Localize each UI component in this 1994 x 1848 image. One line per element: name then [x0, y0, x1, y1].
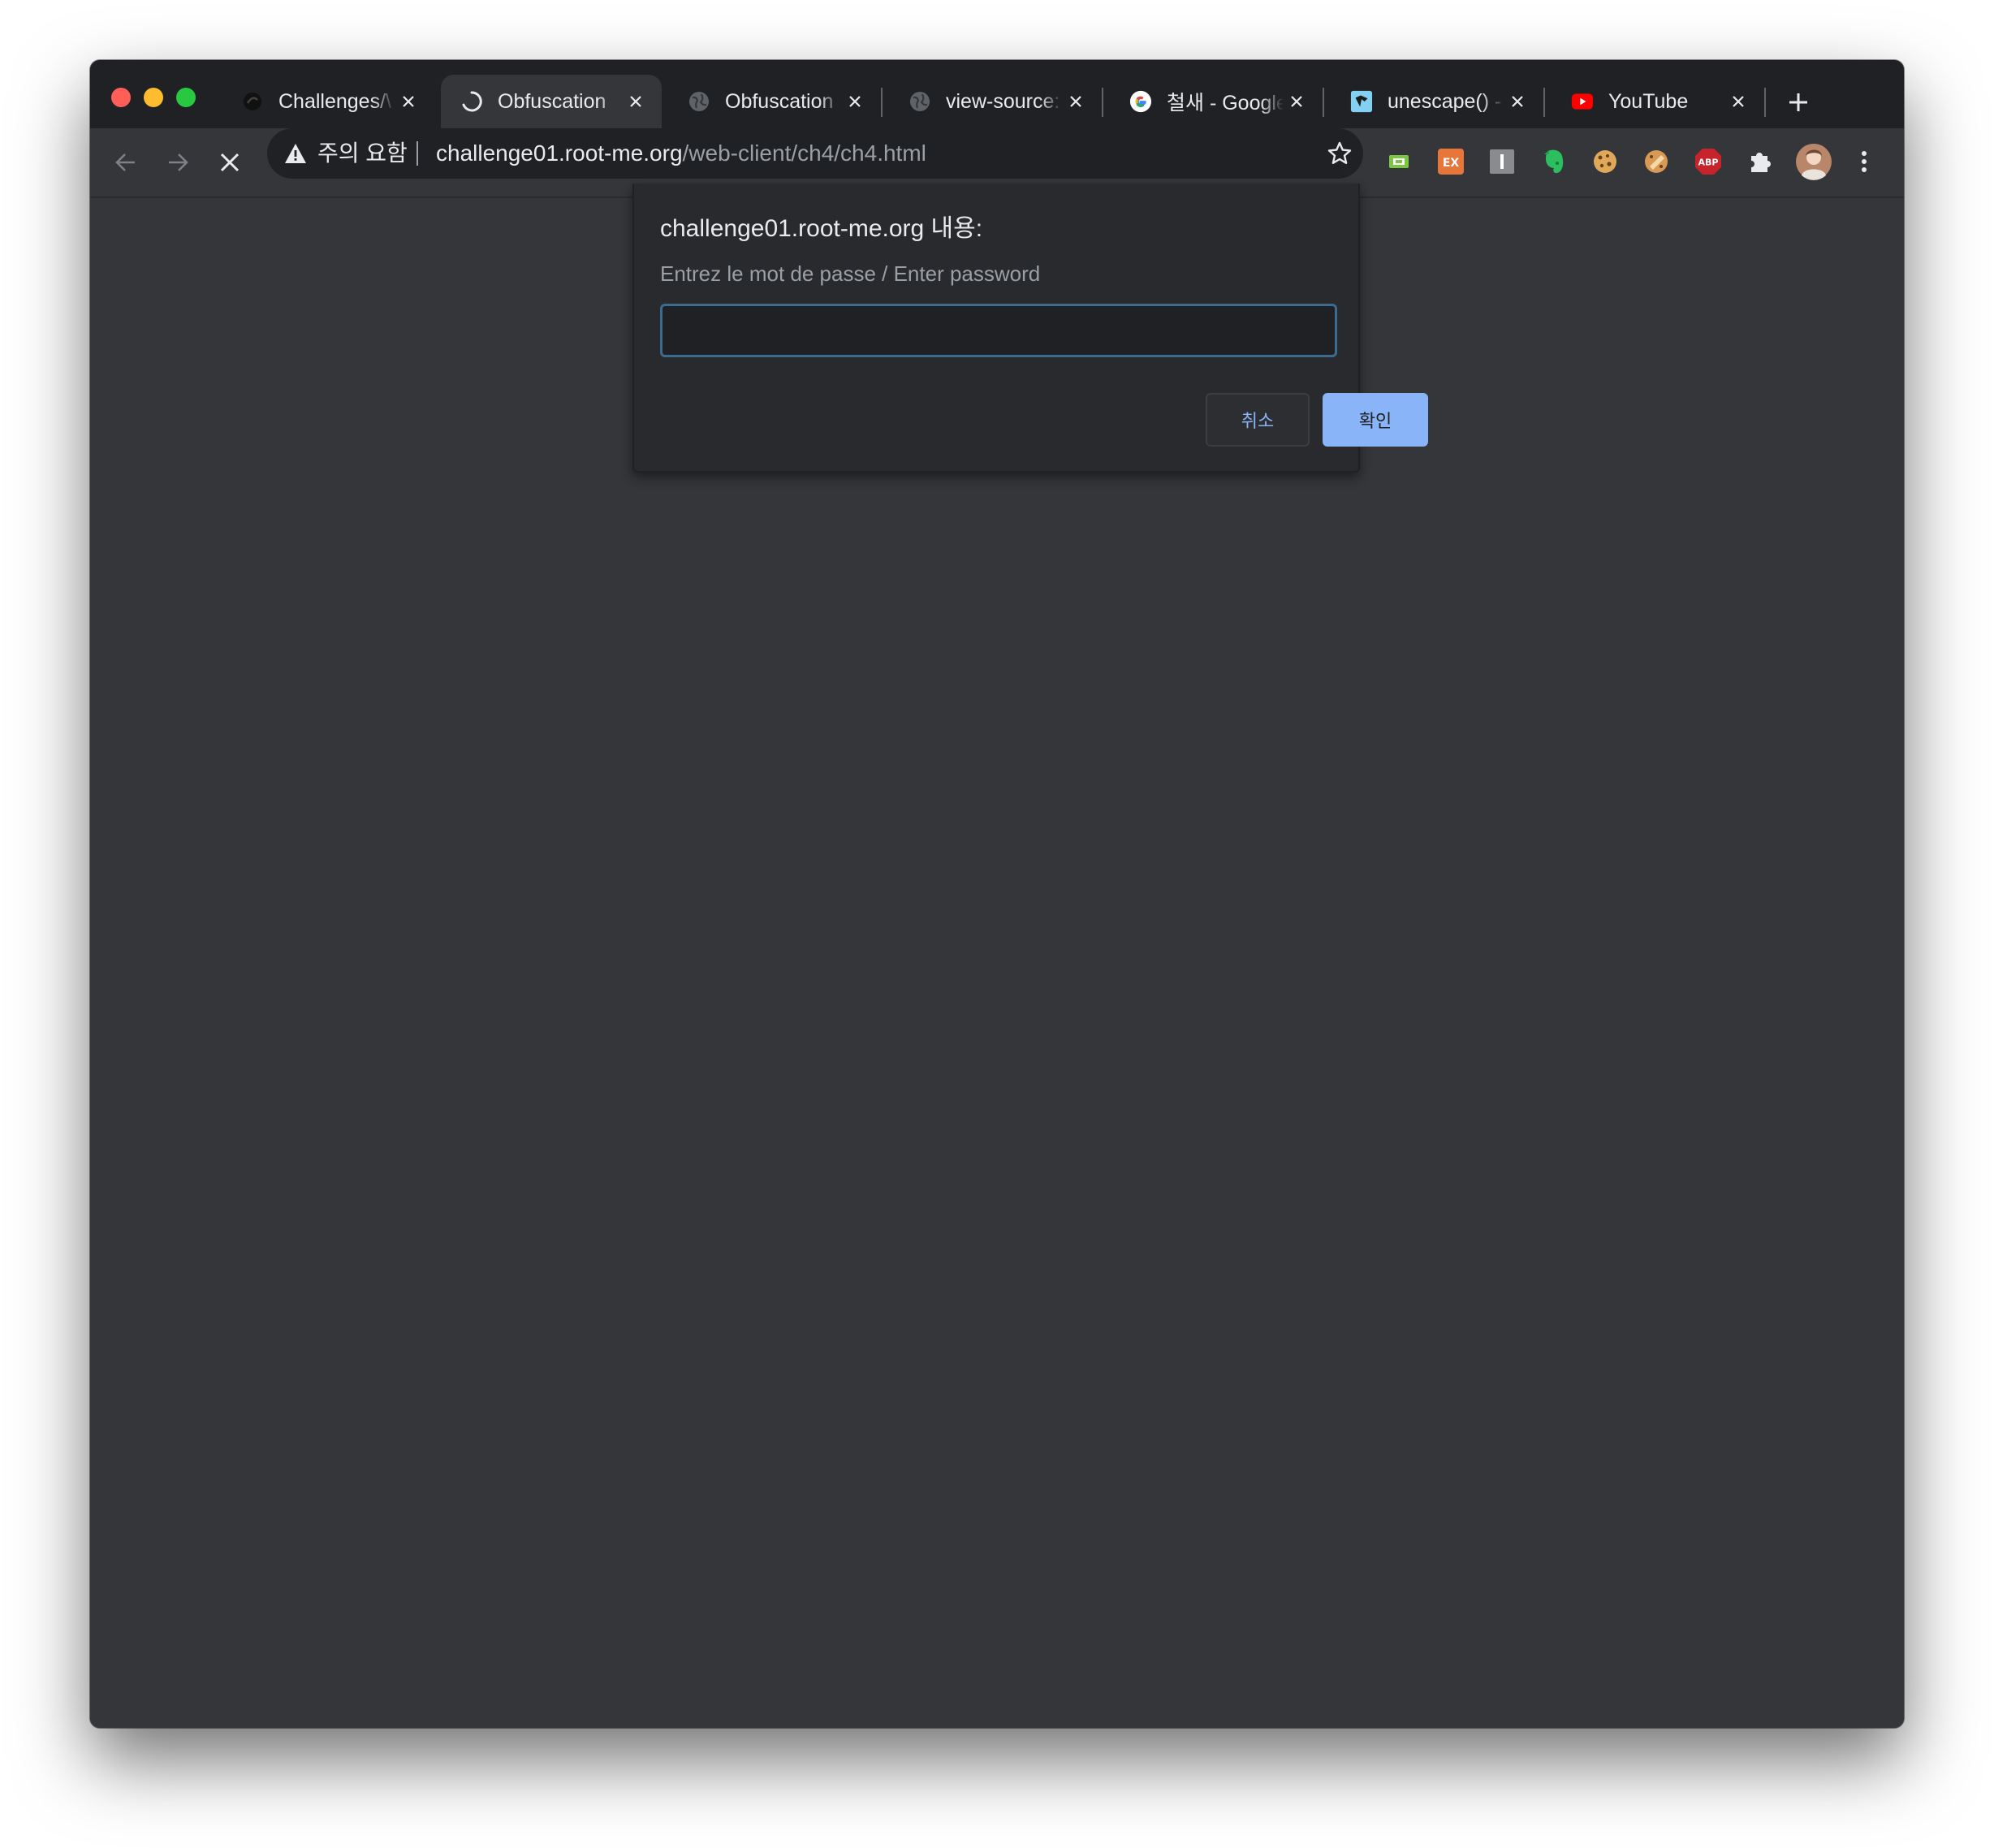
- close-icon: [220, 153, 240, 172]
- url-path: /web-client/ch4/ch4.html: [682, 140, 926, 166]
- browser-window: Challenges/\ Obfuscation Obfuscation vie…: [90, 60, 1904, 1728]
- google-icon: [1129, 90, 1152, 113]
- tab-view-source[interactable]: view-source:: [889, 75, 1102, 128]
- svg-text:ABP: ABP: [1698, 158, 1719, 168]
- arrow-right-icon: [169, 153, 188, 171]
- prompt-dialog: challenge01.root-me.org 내용: Entrez le mo…: [632, 184, 1428, 473]
- maximize-window-button[interactable]: [176, 88, 196, 107]
- url-text[interactable]: challenge01.root-me.org/web-client/ch4/c…: [436, 128, 926, 179]
- cookie-icon[interactable]: [1591, 148, 1619, 175]
- omnibox-divider: [416, 141, 418, 166]
- security-status-label[interactable]: 주의 요함: [317, 128, 408, 179]
- minimize-window-button[interactable]: [144, 88, 163, 107]
- bookmark-star-icon[interactable]: [1326, 140, 1353, 167]
- close-tab-icon[interactable]: [1725, 89, 1751, 114]
- tab-title: unescape() -: [1388, 89, 1502, 113]
- adblock-plus-icon[interactable]: ABP: [1694, 148, 1722, 175]
- evernote-icon[interactable]: [1540, 148, 1568, 175]
- tab-challenges[interactable]: Challenges/\: [222, 75, 434, 128]
- tab-separator: [1543, 88, 1545, 117]
- tab-title: Obfuscation: [498, 89, 606, 113]
- dialog-title: challenge01.root-me.org 내용:: [660, 215, 983, 242]
- warning-icon[interactable]: [283, 141, 308, 166]
- tab-separator: [1323, 88, 1324, 117]
- mdn-icon: [1350, 90, 1373, 113]
- root-me-icon: [241, 90, 264, 113]
- ok-button[interactable]: 확인: [1323, 393, 1428, 447]
- globe-icon: [688, 90, 710, 113]
- tab-title: 철새 - Google: [1167, 92, 1284, 114]
- puzzle-extensions-icon[interactable]: [1746, 148, 1774, 175]
- tab-separator: [1102, 88, 1103, 117]
- close-window-button[interactable]: [111, 88, 131, 107]
- globe-icon: [909, 90, 931, 113]
- tab-unescape-mdn[interactable]: unescape() -: [1331, 75, 1543, 128]
- close-tab-icon[interactable]: [1504, 89, 1530, 114]
- new-tab-button[interactable]: [1784, 88, 1813, 117]
- more-menu-icon[interactable]: [1850, 148, 1878, 175]
- loading-spinner-icon: [460, 90, 483, 113]
- forward-button[interactable]: [160, 145, 196, 180]
- tab-title: YouTube: [1608, 89, 1689, 113]
- back-button[interactable]: [108, 145, 144, 180]
- tab-title: Challenges/\: [278, 89, 391, 113]
- stop-loading-button[interactable]: [212, 145, 248, 180]
- close-tab-icon[interactable]: [842, 89, 868, 114]
- dialog-message: Entrez le mot de passe / Enter password: [660, 261, 1041, 286]
- tab-separator: [1764, 88, 1766, 117]
- cancel-button[interactable]: 취소: [1206, 393, 1310, 447]
- cookie-editor-icon[interactable]: [1642, 148, 1670, 175]
- tab-strip: Challenges/\ Obfuscation Obfuscation vie…: [90, 60, 1904, 128]
- close-tab-icon[interactable]: [1284, 89, 1310, 114]
- ex-extension-icon[interactable]: EX: [1437, 148, 1465, 175]
- i-extension-icon[interactable]: [1488, 148, 1516, 175]
- close-tab-icon[interactable]: [395, 89, 421, 114]
- tab-separator: [881, 88, 883, 117]
- arrow-left-icon: [115, 153, 135, 171]
- youtube-icon: [1571, 90, 1594, 113]
- tab-title: Obfuscation: [725, 89, 834, 113]
- plus-icon: [1789, 93, 1807, 111]
- tab-google-search[interactable]: 철새 - Google: [1110, 75, 1323, 128]
- tab-obfuscation[interactable]: Obfuscation: [668, 75, 881, 128]
- tab-obfuscation-active[interactable]: Obfuscation: [441, 75, 662, 128]
- tab-title: view-source:: [946, 89, 1060, 113]
- close-tab-icon[interactable]: [1063, 89, 1089, 114]
- address-bar[interactable]: 주의 요함 challenge01.root-me.org/web-client…: [267, 128, 1363, 179]
- tab-youtube[interactable]: YouTube: [1552, 75, 1764, 128]
- screenshot-extension-icon[interactable]: [1385, 148, 1413, 175]
- profile-avatar[interactable]: [1793, 141, 1834, 182]
- url-host: challenge01.root-me.org: [436, 140, 683, 166]
- svg-text:EX: EX: [1443, 157, 1460, 170]
- close-tab-icon[interactable]: [623, 89, 649, 114]
- password-input[interactable]: [660, 304, 1337, 357]
